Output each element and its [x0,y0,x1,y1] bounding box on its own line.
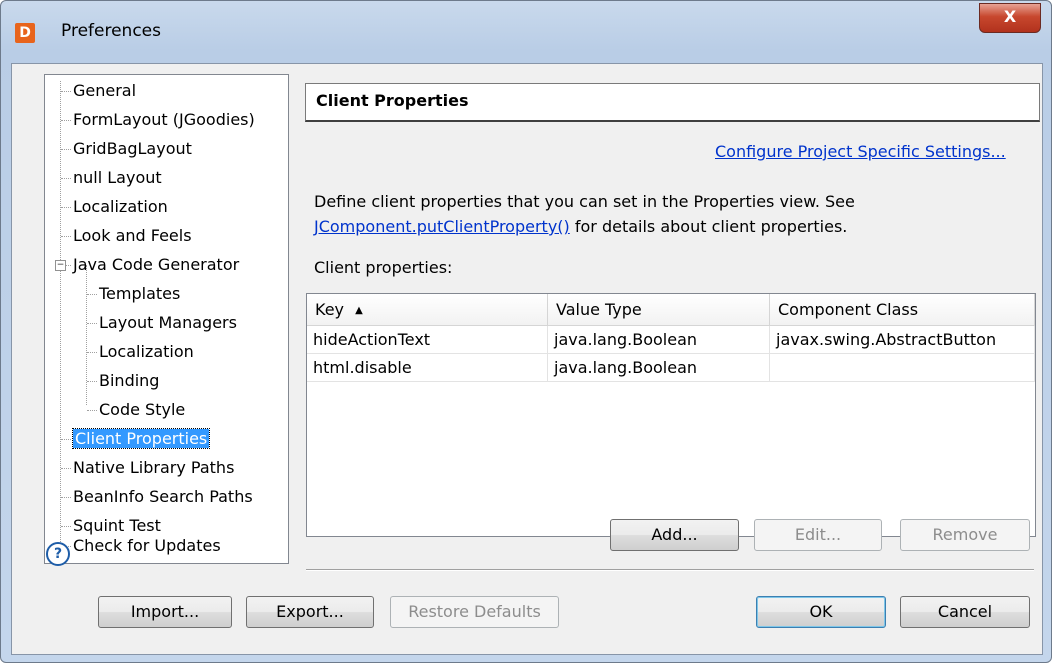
restore-defaults-button[interactable]: Restore Defaults [390,596,559,628]
tree-connector-line [60,81,61,546]
tree-connector-line [61,468,71,469]
tree-connector-line [61,236,71,237]
column-header-label: Value Type [556,300,642,319]
ok-button[interactable]: OK [756,596,886,628]
sort-ascending-icon: ▲ [355,304,363,316]
tree-connector-line [61,207,71,208]
tree-item-label: Localization [99,342,194,361]
description-text-rest: for details about client properties. [569,217,848,236]
tree-item-label: Code Style [99,400,186,419]
tree-item-label: Templates [99,284,181,303]
configure-project-settings-link[interactable]: Configure Project Specific Settings... [715,142,1006,161]
tree-item-label: Java Code Generator [73,255,240,274]
tree-connector-line [87,381,97,382]
tree-item-label: null Layout [73,168,162,187]
table-cell[interactable]: java.lang.Boolean [548,326,770,354]
tree-item-localization[interactable]: Localization [73,194,168,220]
client-properties-table[interactable]: Key ▲ Value Type Component Class hideAct… [306,293,1036,537]
preferences-window: D Preferences X General FormLayout (JGoo… [0,0,1052,663]
tree-connector-line [87,410,97,411]
page-title: Client Properties [316,91,469,110]
tree-item-label: BeanInfo Search Paths [73,487,253,506]
tree-item-codegen-localization[interactable]: Localization [99,339,194,365]
tree-item-binding[interactable]: Binding [99,368,159,394]
table-cell[interactable] [770,354,1035,382]
table-cell[interactable]: html.disable [307,354,548,382]
dialog-body: General FormLayout (JGoodies) GridBagLay… [11,63,1043,655]
cancel-button[interactable]: Cancel [900,596,1030,628]
tree-item-beaninfo-search-paths[interactable]: BeanInfo Search Paths [73,484,253,510]
help-icon[interactable]: ? [46,542,70,566]
tree-item-client-properties[interactable]: Client Properties [71,426,211,452]
tree-item-code-style[interactable]: Code Style [99,397,185,423]
tree-connector-line [86,265,87,405]
column-header-label: Key [315,300,345,319]
tree-connector-line [61,149,71,150]
tree-item-label: Localization [73,197,168,216]
tree-item-gridbaglayout[interactable]: GridBagLayout [73,136,192,162]
tree-item-layout-managers[interactable]: Layout Managers [99,310,237,336]
tree-item-look-and-feels[interactable]: Look and Feels [73,223,192,249]
separator [306,569,1034,571]
window-title: Preferences [61,21,161,41]
tree-connector-line [87,352,97,353]
table-cell[interactable]: javax.swing.AbstractButton [770,326,1035,354]
tree-connector-line [61,526,71,527]
client-properties-label: Client properties: [314,258,453,277]
title-bar[interactable]: D Preferences X [1,1,1051,63]
tree-item-label: Native Library Paths [73,458,235,477]
tree-connector-line [61,120,71,121]
page-header: Client Properties [305,83,1040,122]
remove-button[interactable]: Remove [900,519,1030,551]
tree-connector-line [61,439,71,440]
description-text: Define client properties that you can se… [314,192,855,211]
tree-item-label: Look and Feels [73,226,192,245]
tree-item-java-code-generator[interactable]: Java Code Generator [73,252,239,278]
add-button[interactable]: Add... [610,519,739,551]
tree-item-label: Client Properties [71,428,211,449]
app-logo-icon: D [15,23,35,43]
column-header-value-type[interactable]: Value Type [548,294,770,326]
tree-connector-line [61,178,71,179]
tree-item-templates[interactable]: Templates [99,281,180,307]
tree-item-label: GridBagLayout [73,139,192,158]
tree-connector-line [66,265,71,266]
tree-item-label: Layout Managers [99,313,237,332]
export-button[interactable]: Export... [246,596,374,628]
table-cell[interactable]: java.lang.Boolean [548,354,770,382]
tree-connector-line [61,91,71,92]
column-header-key[interactable]: Key ▲ [307,294,548,326]
tree-connector-line [87,294,97,295]
column-header-label: Component Class [778,300,919,319]
tree-item-label: General [73,81,137,100]
tree-item-label: Check for Updates [73,536,221,555]
tree-item-label: FormLayout (JGoodies) [73,110,255,129]
import-button[interactable]: Import... [98,596,232,628]
tree-item-null-layout[interactable]: null Layout [73,165,162,191]
tree-item-label: Binding [99,371,160,390]
tree-item-general[interactable]: General [73,78,136,104]
tree-item-check-for-updates[interactable]: Check for Updates [73,533,221,559]
table-cell[interactable]: hideActionText [307,326,548,354]
tree-connector-line [61,497,71,498]
putclientproperty-link[interactable]: JComponent.putClientProperty() [314,217,570,236]
edit-button[interactable]: Edit... [754,519,882,551]
collapse-icon[interactable]: − [55,260,66,271]
preferences-tree[interactable]: General FormLayout (JGoodies) GridBagLay… [44,74,289,564]
tree-item-native-library-paths[interactable]: Native Library Paths [73,455,234,481]
column-header-component-class[interactable]: Component Class [770,294,1035,326]
tree-item-formlayout[interactable]: FormLayout (JGoodies) [73,107,255,133]
close-button[interactable]: X [979,3,1041,33]
tree-connector-line [87,323,97,324]
page-description: Define client properties that you can se… [314,189,1034,239]
